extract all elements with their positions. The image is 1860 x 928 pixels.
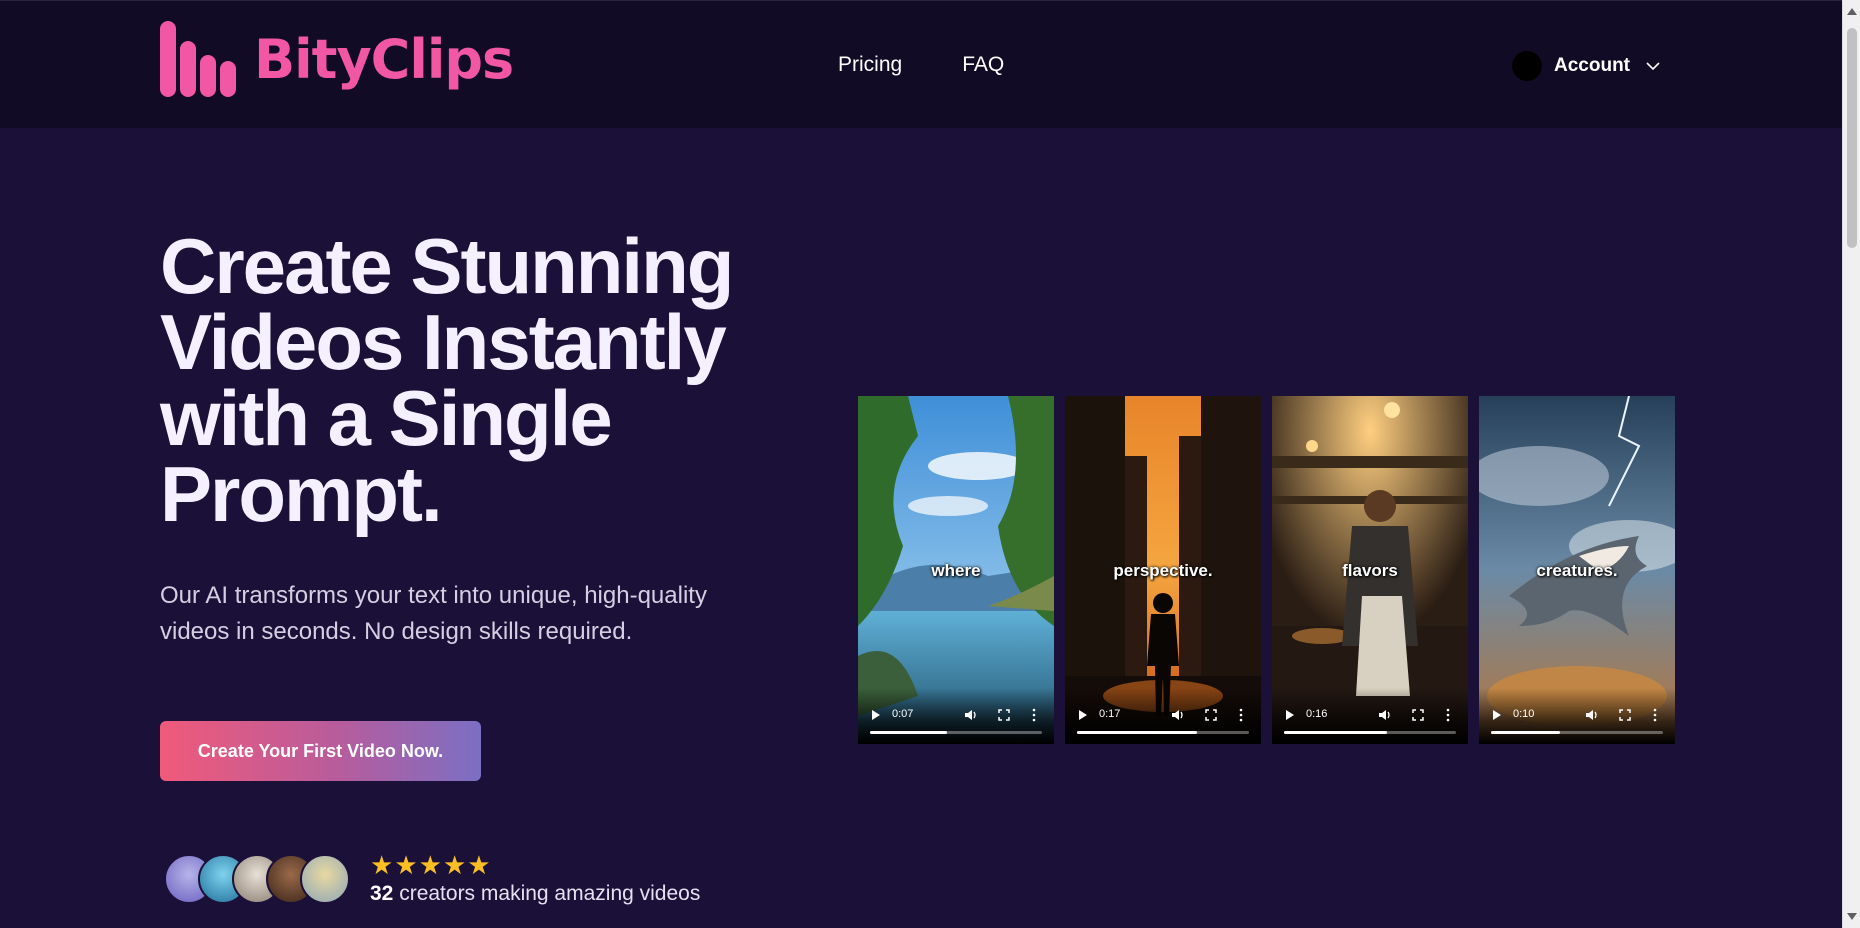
fullscreen-icon[interactable] [1619,709,1631,721]
video-progress-fill [1491,731,1560,734]
scrollbar-thumb[interactable] [1847,28,1857,248]
video-progress-bar[interactable] [870,731,1042,734]
top-navbar: BityClips Pricing FAQ Account [0,0,1842,128]
creators-count-text: 32 creators making amazing videos [370,882,700,906]
video-time: 0:07 [892,708,914,720]
video-time: 0:17 [1099,708,1121,720]
video-player[interactable]: where 0:07 [858,396,1054,744]
fullscreen-icon[interactable] [998,709,1010,721]
star-icon: ★ [370,850,394,880]
chevron-down-icon [1646,62,1660,71]
video-caption: where [931,561,981,580]
video-player[interactable]: flavors 0:16 [1272,396,1468,744]
main-nav: Pricing FAQ [838,53,1004,77]
video-progress-bar[interactable] [1491,731,1663,734]
video-progress-fill [870,731,948,734]
video-progress-fill [1077,731,1198,734]
video-player[interactable]: creatures. 0:10 [1479,396,1675,744]
volume-icon[interactable] [1585,708,1599,722]
star-icon: ★ [418,850,442,880]
scroll-down-arrow-icon[interactable] [1847,913,1857,920]
more-options-icon[interactable] [1446,708,1450,722]
more-options-icon[interactable] [1653,708,1657,722]
video-progress-bar[interactable] [1284,731,1456,734]
account-avatar [1512,51,1542,81]
star-icon: ★ [442,850,467,880]
account-menu-button[interactable]: Account [1512,51,1662,81]
more-options-icon[interactable] [1032,708,1036,722]
hero-headline: Create Stunning Videos Instantly with a … [160,222,734,538]
scroll-up-arrow-icon[interactable] [1847,8,1857,15]
video-controls: 0:07 [858,688,1054,744]
video-controls: 0:17 [1065,688,1261,744]
video-caption: creatures. [1536,561,1618,580]
creators-count: 32 [370,882,394,905]
creator-avatars [164,854,350,904]
video-previews: where 0:07 perspective. 0:17 flavors 0:1… [858,396,1675,744]
fullscreen-icon[interactable] [1205,709,1217,721]
volume-icon[interactable] [1171,708,1185,722]
brand-name: BityClips [254,27,514,91]
video-progress-bar[interactable] [1077,731,1249,734]
logo-bars-icon [160,21,238,97]
video-time: 0:16 [1306,708,1328,720]
page-scrollbar[interactable] [1842,0,1860,928]
play-icon[interactable] [1286,710,1294,720]
nav-link-pricing[interactable]: Pricing [838,53,902,77]
more-options-icon[interactable] [1239,708,1243,722]
video-caption: flavors [1342,561,1398,580]
star-icon: ★ [467,850,491,880]
play-icon[interactable] [872,710,880,720]
star-icon: ★ [394,850,418,880]
play-icon[interactable] [1493,710,1501,720]
create-first-video-button[interactable]: Create Your First Video Now. [160,721,481,781]
account-label: Account [1554,55,1630,76]
nav-link-faq[interactable]: FAQ [962,53,1004,77]
video-controls: 0:10 [1479,688,1675,744]
social-proof: ★ ★ ★ ★ ★ 32 creators making amazing vid… [164,852,700,906]
creators-text: creators making amazing videos [399,882,701,905]
video-progress-fill [1284,731,1388,734]
rating-block: ★ ★ ★ ★ ★ 32 creators making amazing vid… [370,852,700,906]
avatar [300,854,350,904]
hero-subtitle: Our AI transforms your text into unique,… [160,582,707,645]
video-time: 0:10 [1513,708,1535,720]
volume-icon[interactable] [1378,708,1392,722]
video-player[interactable]: perspective. 0:17 [1065,396,1261,744]
video-controls: 0:16 [1272,688,1468,744]
star-rating: ★ ★ ★ ★ ★ [370,852,700,878]
play-icon[interactable] [1079,710,1087,720]
brand-logo[interactable]: BityClips [160,21,514,97]
video-caption: perspective. [1113,561,1213,580]
volume-icon[interactable] [964,708,978,722]
fullscreen-icon[interactable] [1412,709,1424,721]
